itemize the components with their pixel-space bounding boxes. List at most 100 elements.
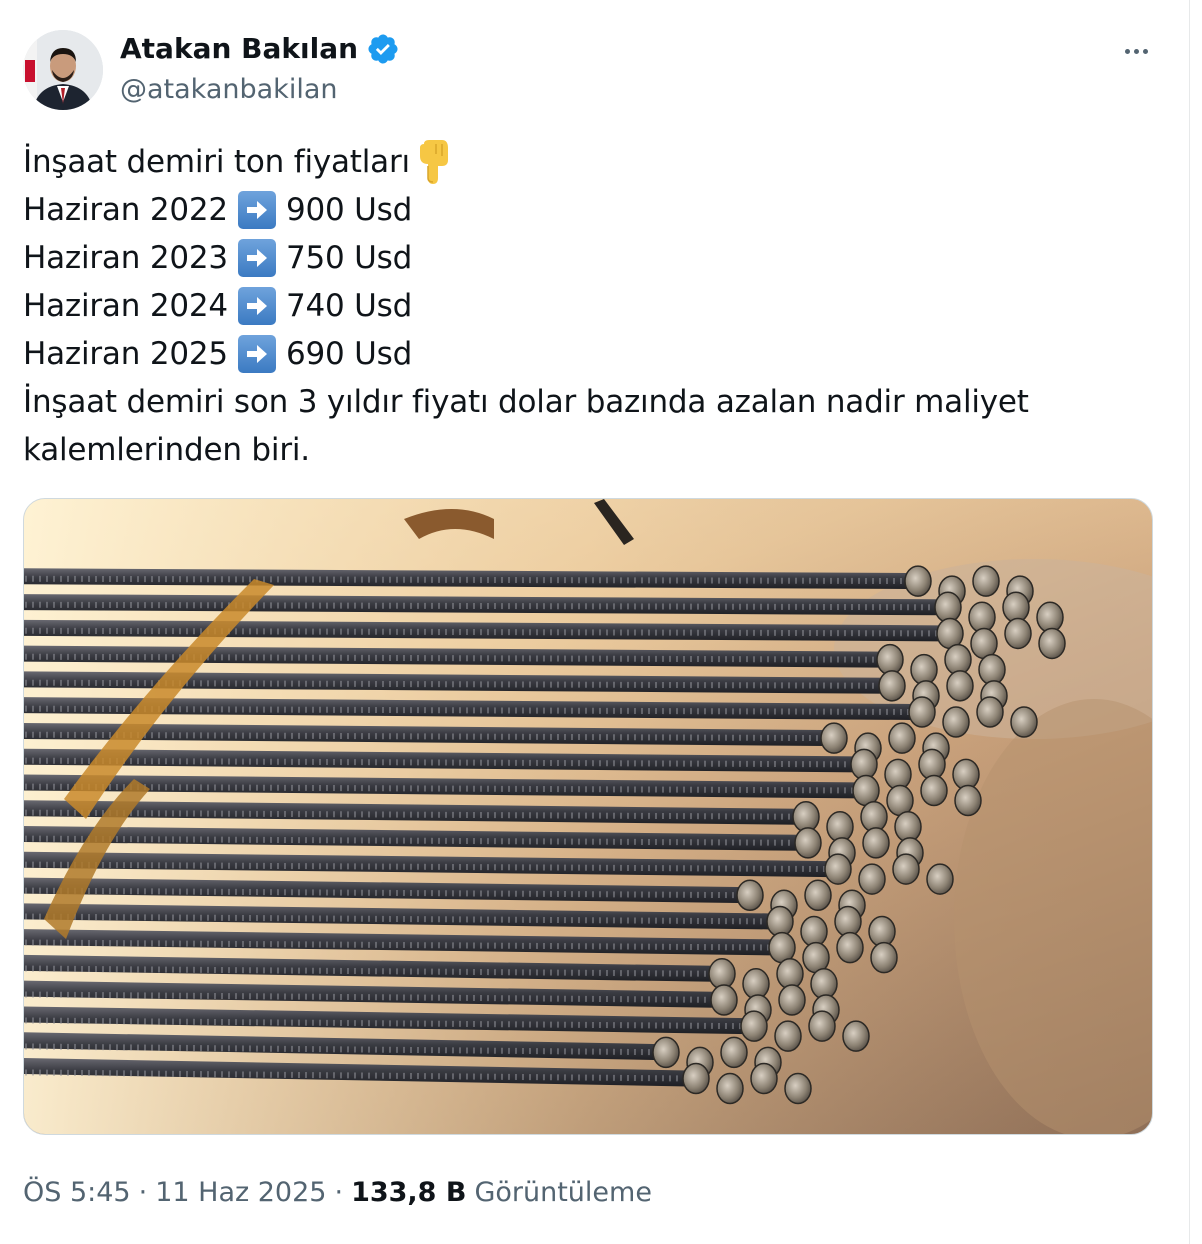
rebar-end	[910, 653, 938, 686]
rebar-end	[946, 670, 974, 702]
rebar-end	[934, 591, 962, 624]
rebar-end	[836, 931, 864, 964]
views-count: 133,8 B	[351, 1177, 467, 1208]
rebar-end	[968, 601, 996, 634]
rebar-end	[682, 1062, 710, 1095]
rebar-end	[894, 810, 922, 843]
rebar-end	[708, 958, 736, 990]
rebar-end	[1010, 706, 1038, 738]
rebar-end	[908, 696, 936, 728]
tweet-closing-text: İnşaat demiri son 3 yıldır fiyatı dolar …	[23, 384, 1029, 468]
right-arrow-icon	[246, 297, 267, 315]
rebar-end	[826, 810, 854, 843]
rebar-ribs	[24, 575, 925, 585]
rebar-end	[792, 800, 820, 833]
rebar-end	[810, 968, 838, 1000]
rebar-end	[716, 1072, 744, 1105]
rebar-end	[920, 774, 948, 807]
rebar-end	[742, 968, 770, 1000]
meta-separator: ·	[334, 1177, 344, 1208]
author-display-name[interactable]: Atakan Bakılan	[120, 30, 400, 68]
right-arrow-emoji	[237, 335, 276, 373]
rebar-end	[944, 643, 972, 676]
rebar-end	[774, 1020, 802, 1052]
rebar-end	[800, 915, 828, 948]
right-arrow-icon	[246, 249, 267, 267]
rebar-end	[834, 905, 862, 938]
price-value: 750 Usd	[285, 240, 413, 276]
tweet-photo[interactable]	[23, 498, 1153, 1135]
rebar-end	[878, 670, 906, 702]
rebar-end	[976, 696, 1004, 728]
rebar-end	[942, 706, 970, 738]
tweet-date[interactable]: 11 Haz 2025	[155, 1174, 326, 1212]
display-name-text: Atakan Bakılan	[120, 32, 359, 65]
verified-badge-icon[interactable]	[366, 32, 400, 66]
price-row: Haziran 2023 750 Usd	[23, 234, 1153, 282]
rebar-end	[1004, 617, 1032, 650]
rebar-end	[918, 748, 946, 781]
author-avatar[interactable]	[23, 30, 103, 110]
price-year: Haziran 2022	[23, 192, 228, 228]
right-arrow-icon	[246, 345, 267, 363]
tweet-time[interactable]: ÖS 5:45	[23, 1174, 131, 1212]
rebar-end	[978, 653, 1006, 686]
rebar-end	[740, 1010, 768, 1042]
rebar-end	[820, 722, 848, 754]
rebar-end	[884, 758, 912, 791]
rebar-end	[736, 879, 764, 912]
price-row: Haziran 2024 740 Usd	[23, 282, 1153, 330]
right-arrow-emoji	[237, 287, 276, 325]
price-row: Haziran 2022 900 Usd	[23, 186, 1153, 234]
author-handle[interactable]: @atakanbakilan	[120, 72, 337, 108]
rebar-end	[784, 1072, 812, 1105]
rebar-end	[766, 905, 794, 938]
rebar-end	[710, 984, 738, 1016]
price-year: Haziran 2025	[23, 336, 228, 372]
rebar-end	[954, 784, 982, 817]
rebar-end	[860, 800, 888, 833]
rebar-end	[858, 863, 886, 895]
avatar-photo	[23, 30, 103, 110]
right-arrow-icon	[246, 201, 267, 219]
rebar-end	[1038, 627, 1066, 660]
rebar-end	[750, 1062, 778, 1095]
right-arrow-emoji	[237, 239, 276, 277]
rebar-end	[824, 853, 852, 885]
rebar-end	[1036, 601, 1064, 634]
rebar-end	[952, 758, 980, 791]
right-arrow-emoji	[237, 191, 276, 229]
rebar-end	[1002, 591, 1030, 624]
rebar-end	[904, 565, 932, 597]
tweet-text: İnşaat demiri ton fiyatları Haziran 2022…	[23, 138, 1153, 474]
rebar-end	[892, 853, 920, 885]
rebar-end	[720, 1036, 748, 1069]
rebar-end	[652, 1036, 680, 1069]
rebar-end	[794, 827, 822, 859]
views-label: Görüntüleme	[474, 1177, 652, 1208]
price-value: 690 Usd	[285, 336, 413, 372]
price-year: Haziran 2023	[23, 240, 228, 276]
price-year: Haziran 2024	[23, 288, 228, 324]
rebar-end	[972, 565, 1000, 597]
tweet-line-title: İnşaat demiri ton fiyatları	[23, 138, 1153, 186]
rebar-end	[926, 863, 954, 895]
rebar-ribs	[24, 653, 883, 663]
rebar-end	[842, 1020, 870, 1052]
rebar-end	[876, 643, 904, 676]
column-border	[1189, 0, 1190, 1244]
rebar-end	[850, 748, 878, 781]
rebar-end	[804, 879, 832, 912]
backhand-index-pointing-down-emoji	[419, 140, 448, 184]
meta-separator: ·	[138, 1177, 148, 1208]
rebar-end	[808, 1010, 836, 1042]
tweet-title-text: İnşaat demiri ton fiyatları	[23, 144, 410, 180]
price-row: Haziran 2025 690 Usd	[23, 330, 1153, 378]
rebar-bundle-photo	[24, 499, 1152, 1134]
rebar-end	[862, 827, 890, 859]
price-value: 900 Usd	[285, 192, 413, 228]
more-dots-icon[interactable]	[1114, 36, 1158, 66]
rebar-end	[776, 958, 804, 990]
rebar-end	[870, 941, 898, 974]
rebar-end	[778, 984, 806, 1016]
